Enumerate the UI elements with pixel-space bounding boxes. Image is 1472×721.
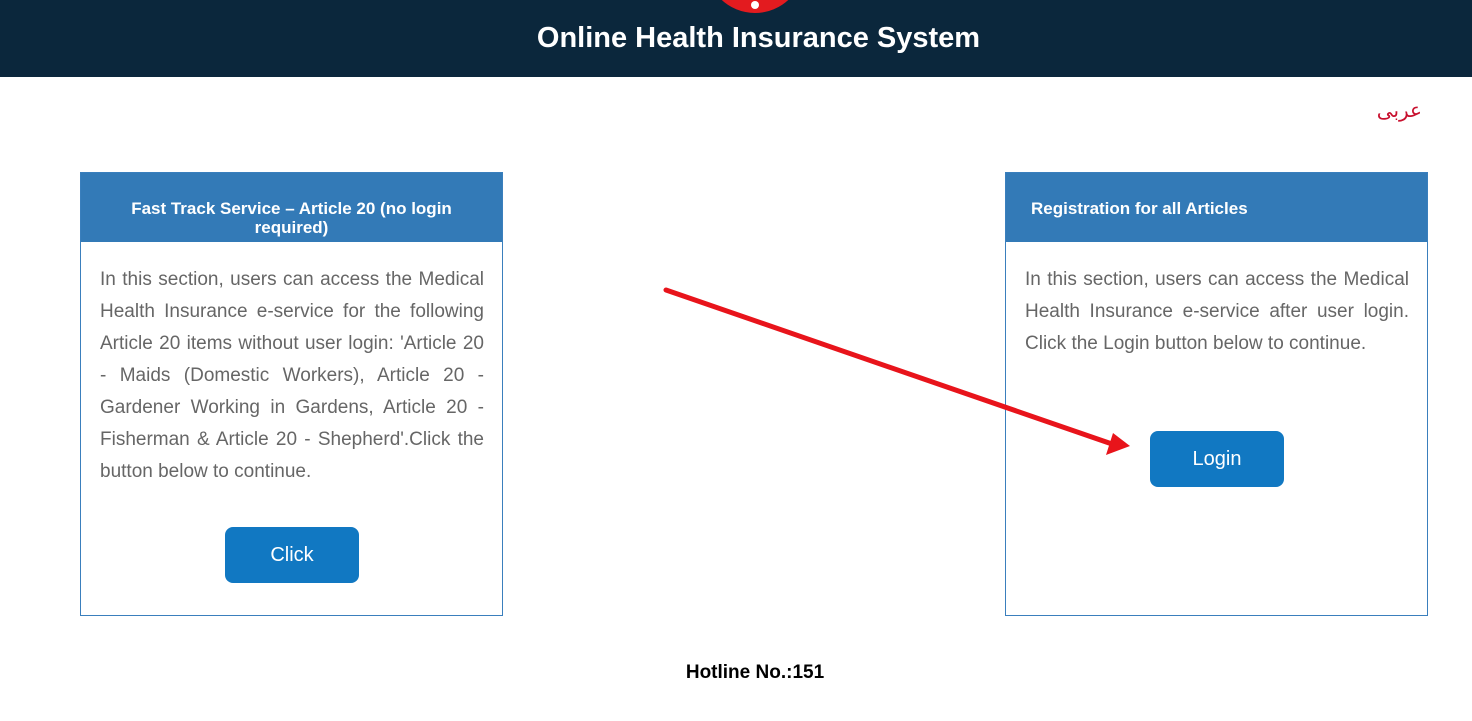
hotline-text: Hotline No.:151 <box>685 662 825 683</box>
registration-card: Registration for all Articles In this se… <box>1005 172 1428 616</box>
language-switch-link[interactable]: عربى <box>1377 98 1422 122</box>
fast-track-card: Fast Track Service – Article 20 (no logi… <box>80 172 503 616</box>
login-button[interactable]: Login <box>1150 431 1284 487</box>
header-bar: Online Health Insurance System <box>0 0 1472 77</box>
fast-track-click-button[interactable]: Click <box>225 527 359 583</box>
registration-card-description: In this section, users can access the Me… <box>1025 269 1409 354</box>
site-title: Online Health Insurance System <box>536 22 981 54</box>
fast-track-card-title: Fast Track Service – Article 20 (no logi… <box>81 173 502 242</box>
fast-track-card-description: In this section, users can access the Me… <box>100 269 484 482</box>
page: Online Health Insurance System عربى Fast… <box>0 0 1472 721</box>
logo-dot <box>751 1 759 9</box>
registration-card-title: Registration for all Articles <box>1006 173 1427 242</box>
logo-emblem-icon <box>706 0 804 13</box>
